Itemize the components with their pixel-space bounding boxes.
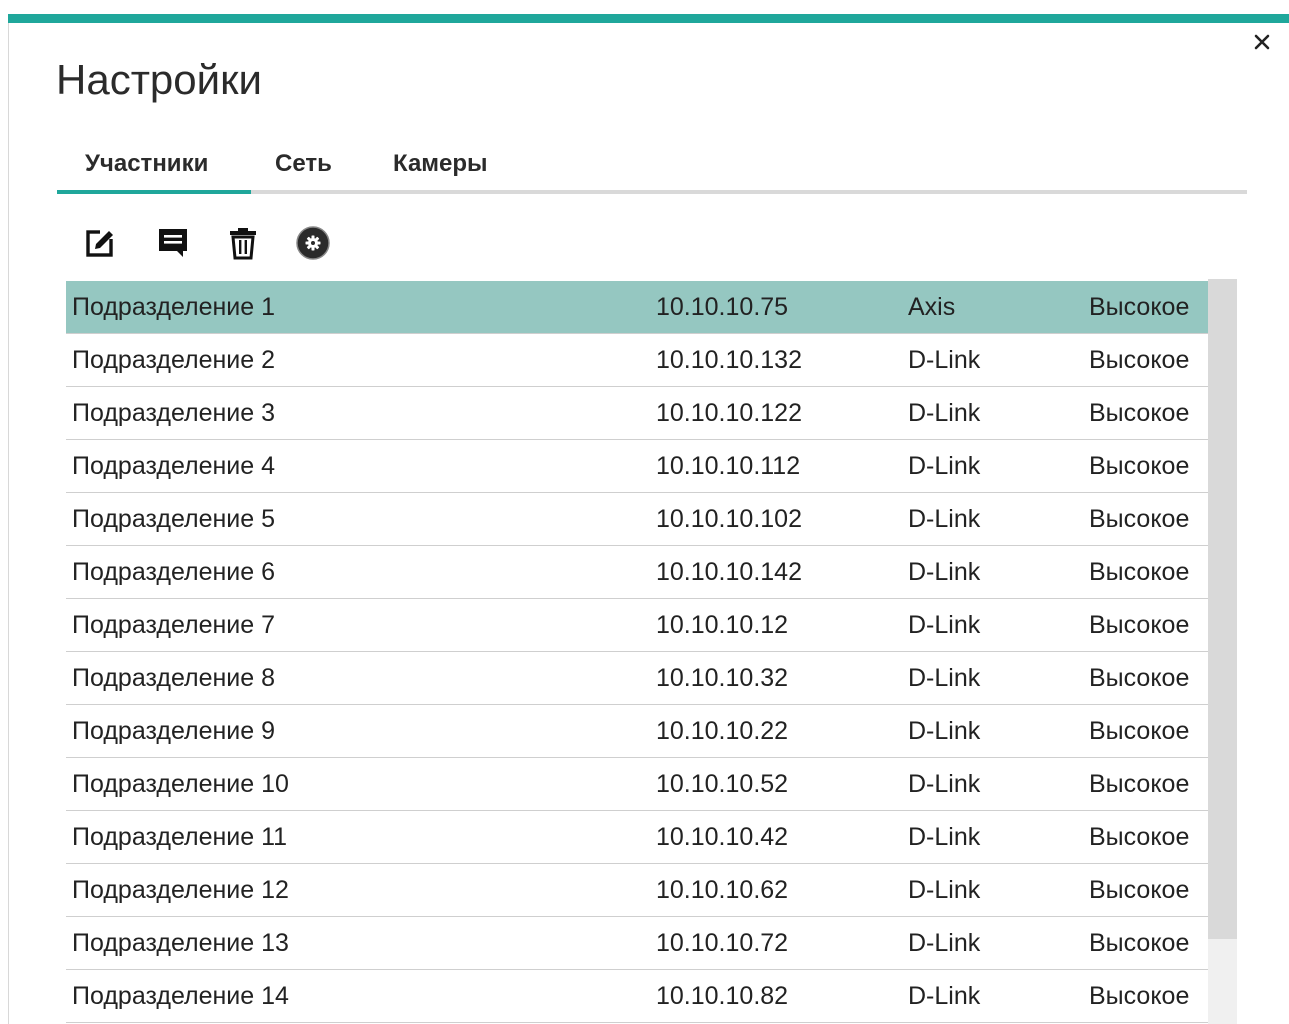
row-vendor: D-Link [908,929,981,957]
row-quality: Высокое [1089,664,1190,692]
tab-network[interactable]: Сеть [275,138,332,190]
comment-button[interactable] [150,220,196,266]
table-row[interactable]: Подразделение 2 10.10.10.132 D-Link Высо… [66,334,1208,387]
row-name: Подразделение 2 [72,346,276,374]
row-quality: Высокое [1089,876,1190,904]
row-vendor: D-Link [908,717,981,745]
row-quality: Высокое [1089,929,1190,957]
page-title: Настройки [56,56,262,103]
row-name: Подразделение 1 [72,293,276,321]
window-accent-bar [8,14,1289,23]
edit-button[interactable] [78,220,124,266]
close-icon [1254,34,1270,50]
row-vendor: D-Link [908,664,981,692]
row-name: Подразделение 6 [72,558,276,586]
table-row[interactable]: Подразделение 4 10.10.10.112 D-Link Высо… [66,440,1208,493]
row-vendor: D-Link [908,505,981,533]
window-left-border [8,23,9,1024]
row-ip: 10.10.10.122 [656,399,802,427]
table-row[interactable]: Подразделение 9 10.10.10.22 D-Link Высок… [66,705,1208,758]
row-ip: 10.10.10.42 [656,823,789,851]
table-row[interactable]: Подразделение 14 10.10.10.82 D-Link Высо… [66,970,1208,1023]
row-quality: Высокое [1089,717,1190,745]
table-row[interactable]: Подразделение 7 10.10.10.12 D-Link Высок… [66,599,1208,652]
row-quality: Высокое [1089,770,1190,798]
row-ip: 10.10.10.82 [656,982,789,1010]
table-row[interactable]: Подразделение 6 10.10.10.142 D-Link Высо… [66,546,1208,599]
row-quality: Высокое [1089,399,1190,427]
tab-bar: Участники Сеть Камеры [57,138,1247,194]
row-vendor: D-Link [908,558,981,586]
trash-icon [230,228,256,260]
edit-icon [86,229,116,257]
row-ip: 10.10.10.132 [656,346,802,374]
table-row[interactable]: Подразделение 11 10.10.10.42 D-Link Высо… [66,811,1208,864]
row-ip: 10.10.10.52 [656,770,789,798]
row-name: Подразделение 5 [72,505,276,533]
row-vendor: D-Link [908,982,981,1010]
row-name: Подразделение 13 [72,929,289,957]
row-name: Подразделение 7 [72,611,276,639]
row-name: Подразделение 9 [72,717,276,745]
row-name: Подразделение 10 [72,770,289,798]
tab-members[interactable]: Участники [57,138,251,194]
table-row[interactable]: Подразделение 5 10.10.10.102 D-Link Высо… [66,493,1208,546]
row-quality: Высокое [1089,505,1190,533]
row-quality: Высокое [1089,452,1190,480]
row-vendor: D-Link [908,611,981,639]
row-name: Подразделение 3 [72,399,276,427]
table-row[interactable]: Подразделение 3 10.10.10.122 D-Link Высо… [66,387,1208,440]
participants-list: Подразделение 1 10.10.10.75 Axis Высокое… [66,281,1208,1024]
row-quality: Высокое [1089,823,1190,851]
row-vendor: D-Link [908,823,981,851]
table-row[interactable]: Подразделение 13 10.10.10.72 D-Link Высо… [66,917,1208,970]
row-vendor: D-Link [908,876,981,904]
row-ip: 10.10.10.12 [656,611,789,639]
row-quality: Высокое [1089,611,1190,639]
row-name: Подразделение 4 [72,452,276,480]
row-ip: 10.10.10.142 [656,558,802,586]
row-ip: 10.10.10.72 [656,929,789,957]
row-name: Подразделение 14 [72,982,289,1010]
row-vendor: D-Link [908,770,981,798]
row-vendor: D-Link [908,399,981,427]
table-row[interactable]: Подразделение 1 10.10.10.75 Axis Высокое [66,281,1208,334]
scrollbar[interactable] [1208,279,1237,1024]
row-ip: 10.10.10.62 [656,876,789,904]
settings-button[interactable] [290,220,336,266]
row-quality: Высокое [1089,558,1190,586]
row-quality: Высокое [1089,293,1190,321]
row-quality: Высокое [1089,346,1190,374]
table-row[interactable]: Подразделение 8 10.10.10.32 D-Link Высок… [66,652,1208,705]
row-name: Подразделение 12 [72,876,289,904]
row-ip: 10.10.10.102 [656,505,802,533]
row-vendor: Axis [908,293,956,321]
row-vendor: D-Link [908,346,981,374]
row-name: Подразделение 8 [72,664,276,692]
row-ip: 10.10.10.22 [656,717,789,745]
row-ip: 10.10.10.112 [656,452,801,480]
table-row[interactable]: Подразделение 10 10.10.10.52 D-Link Высо… [66,758,1208,811]
row-vendor: D-Link [908,452,981,480]
row-name: Подразделение 11 [72,823,288,851]
row-ip: 10.10.10.32 [656,664,789,692]
close-button[interactable] [1248,28,1276,56]
row-quality: Высокое [1089,982,1190,1010]
delete-button[interactable] [220,220,266,266]
table-row[interactable]: Подразделение 12 10.10.10.62 D-Link Высо… [66,864,1208,917]
row-ip: 10.10.10.75 [656,293,789,321]
tab-cameras[interactable]: Камеры [393,138,488,190]
comment-icon [159,229,187,257]
scrollbar-thumb[interactable] [1208,279,1237,939]
gear-icon [296,226,330,260]
